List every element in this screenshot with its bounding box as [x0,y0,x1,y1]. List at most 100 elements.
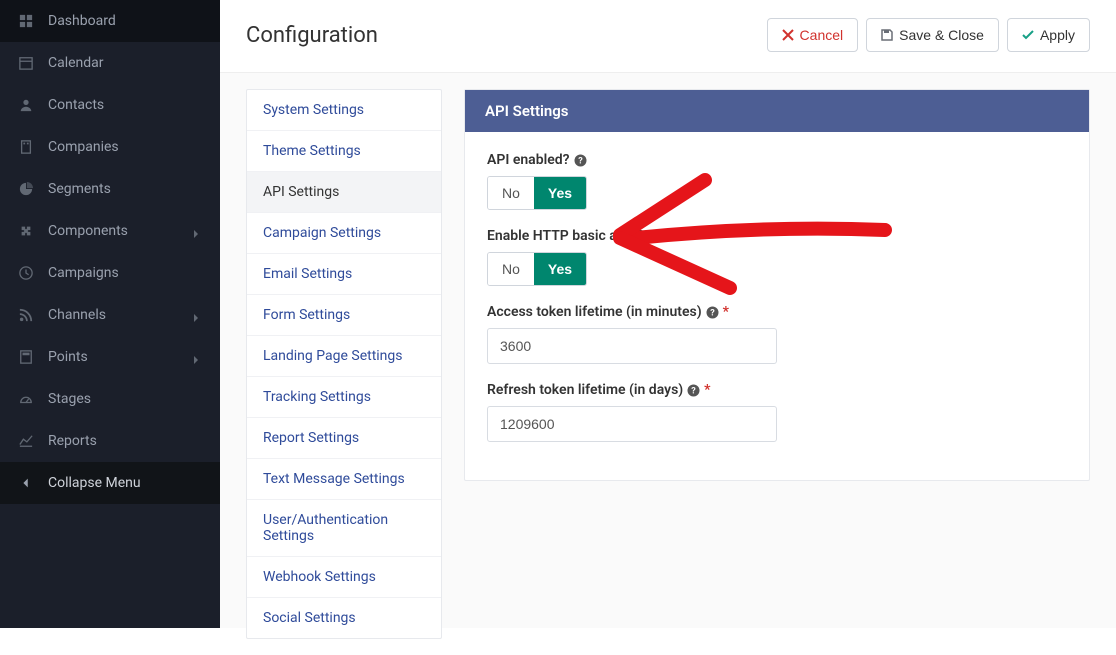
sidebar-label: Segments [48,181,202,197]
building-icon [18,139,34,155]
field-api-enabled: API enabled? ? No Yes [487,152,1067,210]
toggle-yes[interactable]: Yes [534,177,586,209]
calculator-icon [18,349,34,365]
settings-nav-tracking[interactable]: Tracking Settings [247,377,441,418]
check-icon [1022,29,1034,41]
sidebar-label: Channels [48,307,192,323]
sidebar-item-points[interactable]: Points [0,336,220,378]
gauge-icon [18,391,34,407]
sidebar-item-campaigns[interactable]: Campaigns [0,252,220,294]
save-close-button[interactable]: Save & Close [866,18,999,52]
cancel-label: Cancel [800,27,844,43]
field-label: Refresh token lifetime (in days) ? * [487,382,1067,398]
sidebar-item-reports[interactable]: Reports [0,420,220,462]
help-icon[interactable]: ? [574,154,587,167]
settings-nav-text[interactable]: Text Message Settings [247,459,441,500]
header: Configuration Cancel Save & Close Apply [220,0,1116,73]
cancel-button[interactable]: Cancel [767,18,859,52]
help-icon[interactable]: ? [648,230,661,243]
sidebar-label: Dashboard [48,13,202,29]
sidebar-label: Reports [48,433,202,449]
required-marker: * [723,304,729,320]
clock-icon [18,265,34,281]
apply-label: Apply [1040,27,1075,43]
pie-icon [18,181,34,197]
field-label: Enable HTTP basic auth? ? [487,228,1067,244]
access-token-input[interactable] [487,328,777,364]
save-label: Save & Close [899,27,984,43]
save-icon [881,29,893,41]
sidebar-item-companies[interactable]: Companies [0,126,220,168]
panel-title: API Settings [465,90,1089,132]
required-marker: * [704,382,710,398]
label-text: Access token lifetime (in minutes) [487,304,702,320]
toggle-no[interactable]: No [488,253,534,285]
settings-nav: System Settings Theme Settings API Setti… [246,89,442,639]
api-enabled-toggle: No Yes [487,176,587,210]
toggle-yes[interactable]: Yes [534,253,586,285]
sidebar: Dashboard Calendar Contacts Companies Se… [0,0,220,628]
field-label: API enabled? ? [487,152,1067,168]
sidebar-item-channels[interactable]: Channels [0,294,220,336]
calendar-icon [18,55,34,71]
svg-text:?: ? [710,308,715,318]
panel-body: API enabled? ? No Yes Enable HTTP basic … [465,132,1089,480]
chart-icon [18,433,34,449]
page-title: Configuration [246,23,378,48]
apply-button[interactable]: Apply [1007,18,1090,52]
help-icon[interactable]: ? [706,306,719,319]
chevron-right-icon [192,226,202,236]
sidebar-label: Calendar [48,55,202,71]
content: System Settings Theme Settings API Setti… [220,73,1116,655]
settings-nav-user[interactable]: User/Authentication Settings [247,500,441,557]
settings-nav-report[interactable]: Report Settings [247,418,441,459]
svg-text:?: ? [578,156,583,166]
sidebar-item-stages[interactable]: Stages [0,378,220,420]
sidebar-label: Components [48,223,192,239]
svg-text:?: ? [691,386,696,396]
sidebar-item-calendar[interactable]: Calendar [0,42,220,84]
main: Configuration Cancel Save & Close Apply [220,0,1116,628]
sidebar-item-dashboard[interactable]: Dashboard [0,0,220,42]
sidebar-item-segments[interactable]: Segments [0,168,220,210]
settings-nav-theme[interactable]: Theme Settings [247,131,441,172]
field-access-token: Access token lifetime (in minutes) ? * [487,304,1067,364]
settings-nav-email[interactable]: Email Settings [247,254,441,295]
settings-nav-form[interactable]: Form Settings [247,295,441,336]
settings-nav-api[interactable]: API Settings [247,172,441,213]
sidebar-label: Companies [48,139,202,155]
collapse-label: Collapse Menu [48,475,202,491]
api-settings-panel: API Settings API enabled? ? No Yes [464,89,1090,481]
sidebar-label: Points [48,349,192,365]
chevron-right-icon [192,352,202,362]
basic-auth-toggle: No Yes [487,252,587,286]
rss-icon [18,307,34,323]
field-label: Access token lifetime (in minutes) ? * [487,304,1067,320]
toggle-no[interactable]: No [488,177,534,209]
label-text: Refresh token lifetime (in days) [487,382,683,398]
svg-text:?: ? [652,232,657,242]
settings-nav-social[interactable]: Social Settings [247,598,441,638]
puzzle-icon [18,223,34,239]
refresh-token-input[interactable] [487,406,777,442]
sidebar-item-components[interactable]: Components [0,210,220,252]
chevron-right-icon [192,310,202,320]
label-text: API enabled? [487,152,570,168]
grid-icon [18,13,34,29]
settings-nav-system[interactable]: System Settings [247,90,441,131]
sidebar-label: Stages [48,391,202,407]
sidebar-collapse[interactable]: Collapse Menu [0,462,220,504]
help-icon[interactable]: ? [687,384,700,397]
sidebar-label: Campaigns [48,265,202,281]
chevron-left-icon [18,475,34,491]
settings-nav-landing[interactable]: Landing Page Settings [247,336,441,377]
user-icon [18,97,34,113]
close-icon [782,29,794,41]
label-text: Enable HTTP basic auth? [487,228,644,244]
field-basic-auth: Enable HTTP basic auth? ? No Yes [487,228,1067,286]
field-refresh-token: Refresh token lifetime (in days) ? * [487,382,1067,442]
settings-nav-campaign[interactable]: Campaign Settings [247,213,441,254]
sidebar-item-contacts[interactable]: Contacts [0,84,220,126]
sidebar-label: Contacts [48,97,202,113]
settings-nav-webhook[interactable]: Webhook Settings [247,557,441,598]
